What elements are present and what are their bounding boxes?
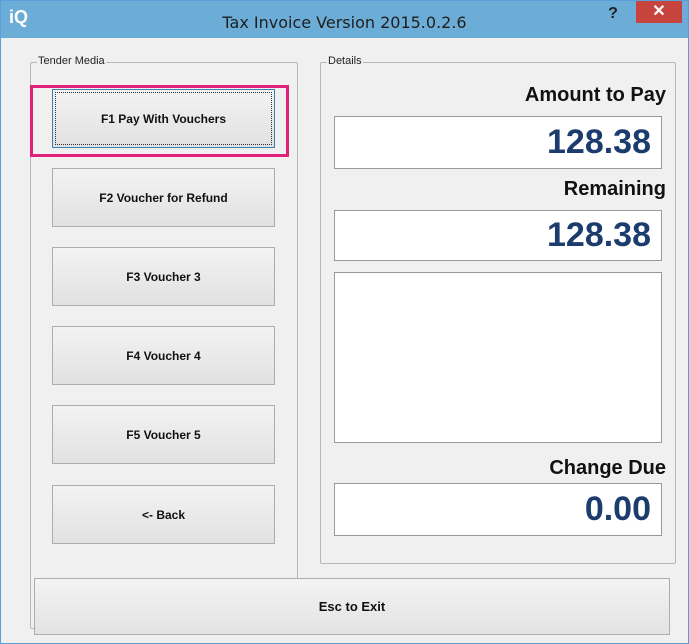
title-bar[interactable]: iQ Tax Invoice Version 2015.0.2.6 ? ✕ — [1, 1, 688, 38]
close-button[interactable]: ✕ — [636, 1, 682, 23]
f2-voucher-for-refund-button[interactable]: F2 Voucher for Refund — [52, 168, 275, 227]
f5-voucher-5-button[interactable]: F5 Voucher 5 — [52, 405, 275, 464]
help-button[interactable]: ? — [599, 3, 627, 25]
esc-to-exit-button[interactable]: Esc to Exit — [34, 578, 670, 635]
remaining-value: 128.38 — [547, 216, 651, 254]
remaining-field: 128.38 — [334, 210, 662, 261]
amount-to-pay-field: 128.38 — [334, 116, 662, 169]
amount-to-pay-value: 128.38 — [547, 123, 651, 161]
f3-voucher-3-button[interactable]: F3 Voucher 3 — [52, 247, 275, 306]
window-title: Tax Invoice Version 2015.0.2.6 — [222, 13, 467, 32]
change-due-value: 0.00 — [584, 490, 651, 528]
amount-to-pay-label: Amount to Pay — [524, 84, 666, 106]
tender-list-box[interactable] — [334, 272, 662, 443]
back-button[interactable]: <- Back — [52, 485, 275, 544]
selection-highlight — [30, 85, 289, 157]
details-legend: Details — [327, 55, 363, 67]
remaining-label: Remaining — [563, 178, 666, 200]
change-due-label: Change Due — [549, 457, 666, 479]
f4-voucher-4-button[interactable]: F4 Voucher 4 — [52, 326, 275, 385]
tender-media-legend: Tender Media — [37, 55, 106, 67]
change-due-field: 0.00 — [334, 483, 662, 536]
tax-invoice-window: iQ Tax Invoice Version 2015.0.2.6 ? ✕ Te… — [0, 0, 689, 644]
